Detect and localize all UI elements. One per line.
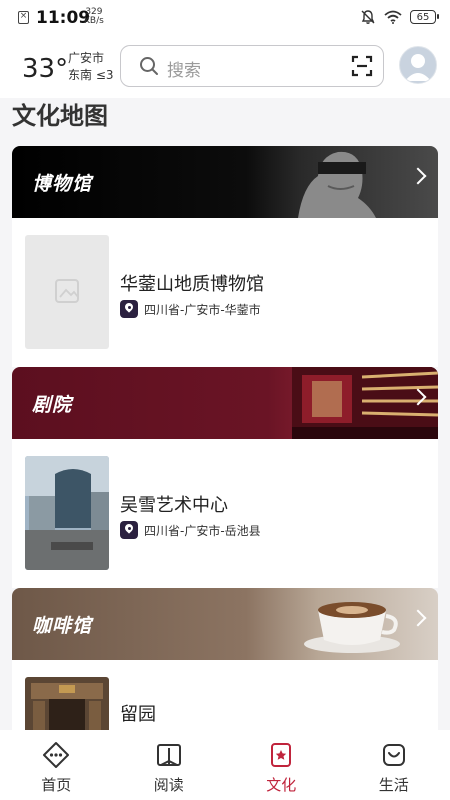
place-name: 留园 xyxy=(120,704,156,725)
search-icon xyxy=(140,57,158,75)
network-speed: 329 KB/s xyxy=(84,8,104,26)
status-bar: × 11:09 329 KB/s 65 xyxy=(0,0,450,36)
place-name: 华蓥山地质博物馆 xyxy=(120,274,264,295)
search-input[interactable]: 搜索 xyxy=(167,56,201,81)
weather-temperature[interactable]: 33° xyxy=(22,54,68,84)
network-speed-unit: KB/s xyxy=(84,16,104,26)
nav-label: 阅读 xyxy=(153,776,184,794)
place-thumbnail xyxy=(25,456,109,570)
place-name: 吴雪艺术中心 xyxy=(120,495,228,516)
mute-bell-icon xyxy=(361,10,375,24)
culture-star-icon xyxy=(271,743,292,767)
place-address: 四川省-广安市-华蓥市 xyxy=(120,300,261,318)
wifi-icon xyxy=(384,10,402,24)
place-address: 四川省-广安市-岳池县 xyxy=(120,521,261,539)
location-pin-icon xyxy=(120,521,138,539)
weather-city: 广安市 xyxy=(68,51,105,65)
nav-label: 首页 xyxy=(41,776,72,794)
category-banner-museum[interactable]: 博物馆 xyxy=(12,146,438,218)
building-photo xyxy=(25,456,109,570)
category-label: 博物馆 xyxy=(32,173,93,195)
place-card[interactable]: 华蓥山地质博物馆 四川省-广安市-华蓥市 xyxy=(12,218,438,367)
place-address-text: 四川省-广安市-华蓥市 xyxy=(144,302,261,317)
home-chat-icon xyxy=(43,742,70,768)
nav-label: 生活 xyxy=(378,776,409,794)
nav-item-read[interactable]: 阅读 xyxy=(113,730,226,800)
book-icon xyxy=(156,744,181,766)
avatar[interactable] xyxy=(399,46,437,84)
chevron-right-icon[interactable] xyxy=(409,609,427,627)
image-placeholder-icon xyxy=(55,279,79,303)
coffee-cup-image xyxy=(304,602,400,653)
nav-item-home[interactable]: 首页 xyxy=(0,730,113,800)
place-thumbnail-placeholder xyxy=(25,235,109,349)
place-card[interactable]: 吴雪艺术中心 四川省-广安市-岳池县 xyxy=(12,439,438,588)
user-avatar-icon xyxy=(405,54,431,81)
scan-icon[interactable] xyxy=(351,55,373,77)
search-bar[interactable]: 搜索 xyxy=(120,45,384,87)
category-label: 剧院 xyxy=(32,394,73,416)
weather-location[interactable]: 广安市 东南 ≤3 xyxy=(68,50,114,84)
battery-icon: 65 xyxy=(410,10,439,24)
chevron-right-icon[interactable] xyxy=(409,167,427,185)
location-pin-icon xyxy=(120,300,138,318)
page-title: 文化地图 xyxy=(12,102,108,130)
notification-x-icon: × xyxy=(18,11,29,24)
statue-image xyxy=(298,151,376,218)
header: 33° 广安市 东南 ≤3 搜索 xyxy=(0,36,450,98)
nav-label: 文化 xyxy=(266,776,297,794)
category-banner-theatre[interactable]: 剧院 xyxy=(12,367,438,439)
category-banner-cafe[interactable]: 咖啡馆 xyxy=(12,588,438,660)
smile-bag-icon xyxy=(382,744,405,766)
nav-item-life[interactable]: 生活 xyxy=(338,730,450,800)
status-time: 11:09 xyxy=(36,8,91,28)
weather-wind: 东南 ≤3 xyxy=(68,68,114,82)
status-icons: 65 xyxy=(360,9,439,25)
place-address-text: 四川省-广安市-岳池县 xyxy=(144,523,261,538)
nav-item-culture[interactable]: 文化 xyxy=(225,730,338,800)
place-card[interactable]: 留园 xyxy=(12,660,438,740)
bottom-nav: 首页 阅读 文化 生活 xyxy=(0,730,450,800)
category-label: 咖啡馆 xyxy=(32,615,93,637)
